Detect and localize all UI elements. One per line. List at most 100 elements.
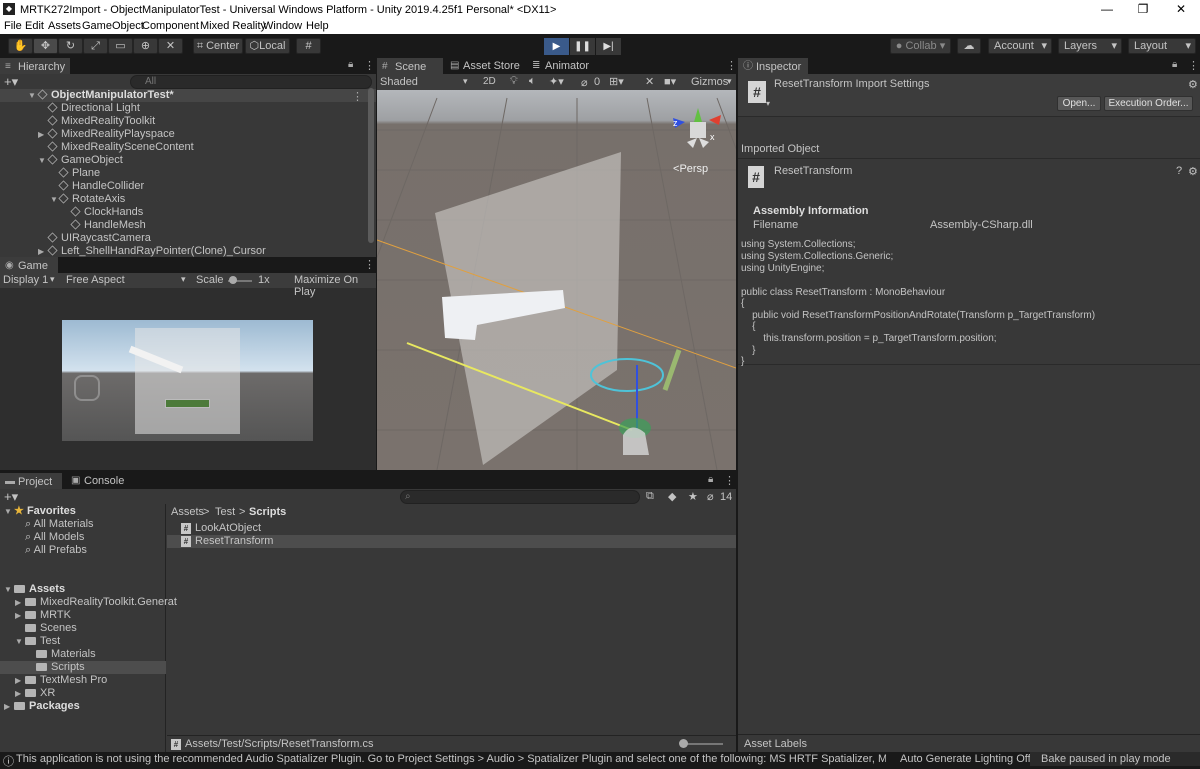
grid-snap-icon[interactable]: # xyxy=(296,38,321,54)
fold-arrow-icon[interactable]: ▼ xyxy=(50,195,58,204)
hand-tool-icon[interactable]: ✋ xyxy=(8,38,33,54)
fold-arrow-icon[interactable]: ▶ xyxy=(15,611,21,620)
list-item[interactable]: Test xyxy=(25,635,60,648)
shading-dropdown[interactable]: Shaded xyxy=(380,76,418,88)
list-item[interactable]: Directional Light xyxy=(47,102,140,115)
fold-arrow-icon[interactable]: ▶ xyxy=(15,676,21,685)
close-button[interactable]: ✕ xyxy=(1166,1,1196,17)
hidden-objects-icon[interactable]: ⌀ xyxy=(581,76,588,89)
layout-dropdown[interactable]: Layout ▾ xyxy=(1128,38,1196,54)
breadcrumb-test[interactable]: Test xyxy=(215,506,235,518)
list-item[interactable]: Materials xyxy=(36,648,96,661)
tab-scene[interactable]: # Scene xyxy=(377,58,443,74)
filter-type-icon[interactable]: ⧉ xyxy=(646,490,654,503)
packages-root[interactable]: Packages xyxy=(14,700,80,713)
menu-file[interactable]: File xyxy=(4,20,22,32)
execution-order-button[interactable]: Execution Order... xyxy=(1104,96,1193,111)
favorite-star-icon[interactable]: ★ xyxy=(688,490,698,503)
list-item[interactable]: Plane xyxy=(58,167,100,180)
list-item[interactable]: MixedRealitySceneContent xyxy=(47,141,194,154)
breadcrumb-scripts[interactable]: Scripts xyxy=(249,506,286,518)
menu-component[interactable]: Component xyxy=(142,20,199,32)
menu-mixed-reality[interactable]: Mixed Reality xyxy=(200,20,266,32)
display-dropdown[interactable]: Display 1 xyxy=(3,274,48,286)
grid-toggle-icon[interactable]: ⊞▾ xyxy=(609,75,624,88)
tab-console[interactable]: ▣ Console xyxy=(66,473,130,489)
fold-arrow-icon[interactable]: ▼ xyxy=(4,585,12,594)
fold-arrow-icon[interactable]: ▶ xyxy=(15,689,21,698)
scale-slider-handle[interactable] xyxy=(229,276,237,284)
persp-label[interactable]: <Persp xyxy=(673,163,708,175)
gizmos-dropdown[interactable]: Gizmos xyxy=(691,76,728,88)
open-button[interactable]: Open... xyxy=(1057,96,1101,111)
kebab-menu-icon[interactable]: ⋮ xyxy=(1188,59,1199,72)
project-search-input[interactable]: ⌕ xyxy=(400,490,640,504)
minimize-button[interactable]: — xyxy=(1092,1,1122,17)
effects-icon[interactable]: ✦▾ xyxy=(549,75,564,88)
list-item[interactable]: MRTK xyxy=(25,609,71,622)
step-button[interactable]: ▶| xyxy=(596,38,621,55)
orientation-gizmo[interactable]: z x xyxy=(673,108,721,148)
list-item[interactable]: ClockHands xyxy=(70,206,143,219)
tab-asset-store[interactable]: ▤ Asset Store xyxy=(445,58,520,74)
filter-label-icon[interactable]: ◆ xyxy=(668,490,676,503)
camera-icon[interactable]: ■▾ xyxy=(664,75,676,88)
tools-icon[interactable]: ✕ xyxy=(645,75,654,88)
move-tool-icon[interactable]: ✥ xyxy=(33,38,58,54)
file-item[interactable]: # LookAtObject xyxy=(181,522,261,535)
account-dropdown[interactable]: Account ▾ xyxy=(988,38,1052,54)
pause-button[interactable]: ❚❚ xyxy=(570,38,595,55)
rect-tool-icon[interactable]: ▭ xyxy=(108,38,133,54)
hierarchy-scrollbar[interactable] xyxy=(368,88,374,243)
settings-icon[interactable]: ⚙ xyxy=(1188,165,1198,178)
menu-edit[interactable]: Edit xyxy=(25,20,44,32)
tab-game[interactable]: ◉ Game xyxy=(0,257,58,273)
list-item[interactable]: GameObject xyxy=(47,154,123,167)
create-plus-icon[interactable]: +▾ xyxy=(4,489,18,505)
kebab-menu-icon[interactable]: ⋮ xyxy=(364,59,375,72)
hierarchy-search-input[interactable]: All xyxy=(130,75,372,89)
assets-root[interactable]: Assets xyxy=(14,583,65,596)
pivot-center-button[interactable]: ⌗ Center xyxy=(193,38,243,54)
transform-tool-icon[interactable]: ⊕ xyxy=(133,38,158,54)
rotate-tool-icon[interactable]: ↻ xyxy=(58,38,83,54)
list-item[interactable]: ⌕ All Prefabs xyxy=(25,544,87,557)
favorites-header[interactable]: ★ Favorites xyxy=(14,505,76,518)
2d-toggle[interactable]: 2D xyxy=(483,76,496,87)
tab-project[interactable]: ▬ Project xyxy=(0,473,62,489)
status-message[interactable]: This application is not using the recomm… xyxy=(16,753,886,765)
pivot-local-button[interactable]: ⬡Local xyxy=(245,38,290,54)
hidden-packages-icon[interactable]: ⌀ xyxy=(707,490,714,503)
tab-inspector[interactable]: ⓘ Inspector xyxy=(738,58,808,74)
fold-arrow-icon[interactable]: ▶ xyxy=(38,130,44,139)
list-item[interactable]: UIRaycastCamera xyxy=(47,232,151,245)
list-item[interactable]: MixedRealityPlayspace xyxy=(47,128,175,141)
scene-root[interactable]: ObjectManipulatorTest* xyxy=(37,89,174,102)
aspect-dropdown[interactable]: Free Aspect xyxy=(66,274,125,286)
lighting-icon[interactable]: 💡︎ xyxy=(510,75,518,88)
list-item[interactable]: Scripts xyxy=(36,661,85,674)
help-icon[interactable]: ? xyxy=(1176,165,1182,177)
game-view[interactable] xyxy=(62,320,313,441)
list-item[interactable]: Scenes xyxy=(25,622,77,635)
audio-icon[interactable]: 🔈︎ xyxy=(529,75,536,88)
fold-arrow-icon[interactable]: ▼ xyxy=(38,156,46,165)
list-item[interactable]: TextMesh Pro xyxy=(25,674,107,687)
lock-icon[interactable]: 🔒︎ xyxy=(1172,59,1177,70)
list-item[interactable]: ⌕ All Materials xyxy=(25,518,94,531)
settings-icon[interactable]: ⚙ xyxy=(1188,78,1198,91)
menu-assets[interactable]: Assets xyxy=(48,20,81,32)
file-item[interactable]: # ResetTransform xyxy=(181,535,273,548)
kebab-menu-icon[interactable]: ⋮ xyxy=(726,59,737,72)
menu-window[interactable]: Window xyxy=(263,20,302,32)
icon-size-slider-handle[interactable] xyxy=(679,739,688,748)
list-item[interactable]: XR xyxy=(25,687,55,700)
lock-icon[interactable]: 🔒︎ xyxy=(348,59,353,70)
breadcrumb-assets[interactable]: Assets xyxy=(171,506,204,518)
list-item[interactable]: MixedRealityToolkit xyxy=(47,115,155,128)
list-item[interactable]: MixedRealityToolkit.Generat xyxy=(25,596,177,609)
play-button[interactable]: ▶ xyxy=(544,38,569,55)
restore-button[interactable]: ❐ xyxy=(1128,1,1158,17)
fold-arrow-icon[interactable]: ▼ xyxy=(4,507,12,516)
kebab-menu-icon[interactable]: ⋮ xyxy=(364,258,375,271)
